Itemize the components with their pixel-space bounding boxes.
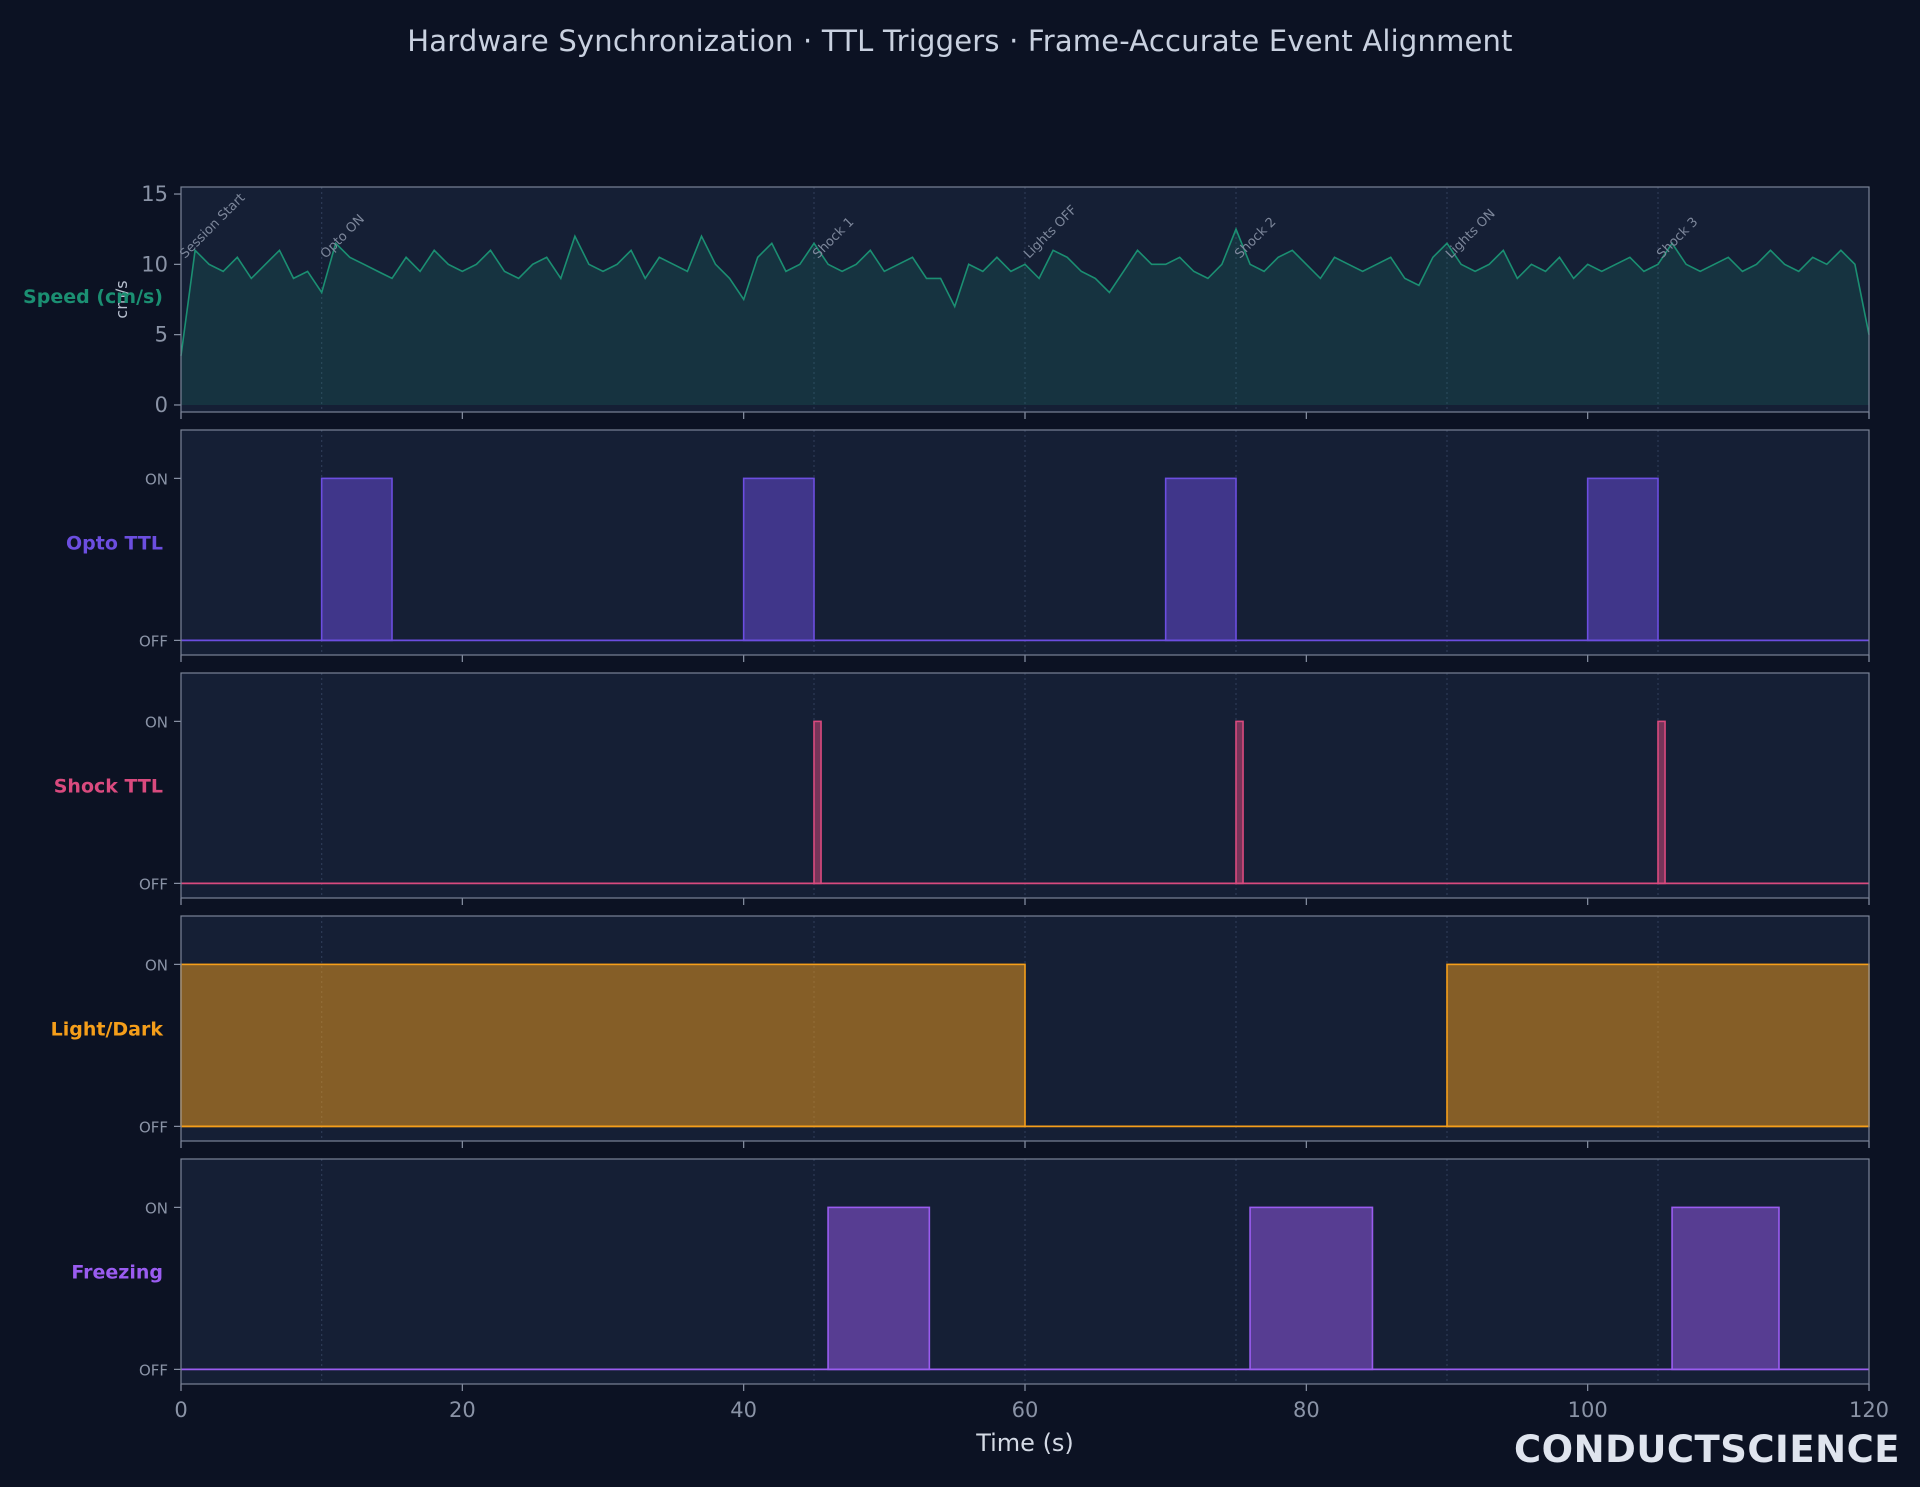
xtick-label-3: 60 <box>1012 1398 1039 1422</box>
ttl-off-label-1: OFF <box>139 632 168 650</box>
ttl-on-label-3: ON <box>145 956 168 974</box>
panel-name-1: Opto TTL <box>66 533 163 555</box>
xtick-label-6: 120 <box>1849 1398 1889 1422</box>
brand-logo: CONDUCTSCIENCE <box>1514 1428 1900 1471</box>
speed-ytick-label-0: 0 <box>155 393 168 417</box>
speed-ytick-label-3: 15 <box>141 182 168 206</box>
xtick-label-0: 0 <box>174 1398 187 1422</box>
ttl-on-label-2: ON <box>145 713 168 731</box>
ttl-pulse-4-1 <box>1249 1206 1374 1371</box>
panel-name-3: Light/Dark <box>51 1019 164 1041</box>
ttl-pulse-1-3 <box>1586 477 1659 642</box>
xtick-label-1: 20 <box>449 1398 476 1422</box>
ttl-pulse-4-2 <box>1671 1206 1780 1371</box>
speed-ytick-label-1: 5 <box>155 323 168 347</box>
ttl-pulse-2-1 <box>1235 720 1244 885</box>
ttl-pulse-2-0 <box>813 720 822 885</box>
timeline-chart: 051015 Session Start Opto ON Shock 1 Lights … <box>23 182 1889 1457</box>
xtick-label-5: 100 <box>1568 1398 1608 1422</box>
ttl-pulse-2-2 <box>1657 720 1666 885</box>
ttl-off-label-4: OFF <box>139 1361 168 1379</box>
ttl-pulse-1-2 <box>1164 477 1237 642</box>
figure: Hardware Synchronization · TTL Triggers … <box>0 0 1920 1487</box>
panel-name-0: Speed (cm/s) <box>23 286 163 308</box>
panel-name-4: Freezing <box>71 1262 163 1284</box>
ttl-on-label-1: ON <box>145 470 168 488</box>
x-axis-label: Time (s) <box>975 1429 1074 1457</box>
ttl-on-label-4: ON <box>145 1199 168 1217</box>
ttl-pulse-3-0 <box>180 963 1026 1128</box>
ttl-pulse-1-1 <box>742 477 815 642</box>
ttl-off-label-2: OFF <box>139 875 168 893</box>
ttl-pulse-3-1 <box>1446 963 1870 1128</box>
xtick-label-2: 40 <box>730 1398 757 1422</box>
ttl-pulse-1-0 <box>320 477 393 642</box>
xtick-label-4: 80 <box>1293 1398 1320 1422</box>
speed-ytick-label-2: 10 <box>141 252 168 276</box>
ttl-pulse-4-0 <box>827 1206 931 1371</box>
ttl-off-label-3: OFF <box>139 1118 168 1136</box>
panel-name-2: Shock TTL <box>54 776 163 798</box>
